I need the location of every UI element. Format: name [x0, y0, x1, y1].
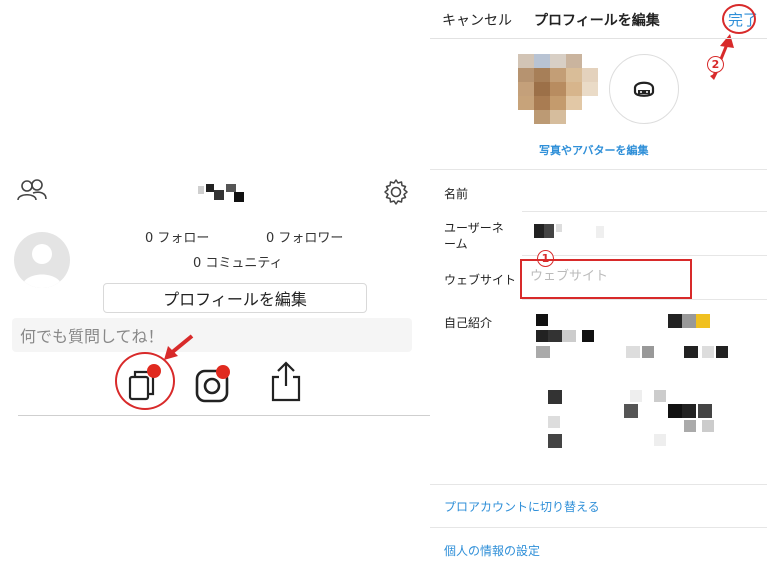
avatar-button[interactable] — [609, 54, 679, 124]
divider — [430, 38, 767, 39]
cancel-button[interactable]: キャンセル — [442, 10, 512, 30]
divider — [430, 169, 767, 170]
step-2-badge: 2 — [707, 56, 724, 73]
divider — [522, 211, 767, 212]
edit-photo-link[interactable]: 写真やアバターを編集 — [539, 142, 649, 158]
username-label: ユーザーネーム — [444, 221, 504, 251]
page-title: プロフィールを編集 — [534, 13, 660, 29]
default-avatar-icon — [22, 244, 62, 288]
question-input[interactable]: 何でも質問してね！ — [12, 318, 412, 352]
divider — [522, 255, 767, 256]
divider — [522, 299, 767, 300]
profile-photo[interactable] — [518, 54, 598, 124]
edit-profile-button[interactable]: プロフィールを編集 — [103, 283, 367, 313]
website-label: ウェブサイト — [444, 273, 517, 287]
switch-pro-account-link[interactable]: プロアカウントに切り替える — [444, 498, 600, 515]
privacy-settings-link[interactable]: 個人の情報の設定 — [444, 542, 540, 559]
name-label: 名前 — [444, 187, 469, 201]
divider — [430, 484, 767, 485]
bio-mosaic[interactable] — [526, 312, 766, 452]
pointer-arrow-icon — [164, 334, 194, 360]
follower-count[interactable]: 0 フォロワー — [266, 227, 343, 246]
edit-profile-screen: キャンセル プロフィールを編集 完了 2 写真やアバターを編集 名前 ユーザーネ… — [430, 0, 767, 582]
divider — [430, 527, 767, 528]
bio-label: 自己紹介 — [444, 316, 493, 330]
gear-icon[interactable] — [382, 178, 410, 206]
share-icon[interactable] — [266, 360, 306, 404]
username-mosaic — [198, 184, 244, 202]
notification-dot — [216, 365, 230, 379]
profile-screen: 0 フォロー 0 フォロワー 0 コミュニティ プロフィールを編集 何でも質問し… — [0, 0, 430, 582]
people-icon[interactable] — [16, 178, 50, 202]
username-mosaic[interactable] — [534, 224, 614, 240]
follow-count[interactable]: 0 フォロー — [145, 227, 209, 246]
highlight-circle — [722, 4, 756, 34]
highlight-box — [520, 259, 692, 299]
community-count[interactable]: 0 コミュニティ — [193, 252, 283, 271]
divider — [18, 415, 430, 416]
avatar[interactable] — [14, 232, 70, 288]
instagram-icon[interactable] — [193, 363, 233, 407]
avatar-face-icon — [633, 81, 655, 97]
